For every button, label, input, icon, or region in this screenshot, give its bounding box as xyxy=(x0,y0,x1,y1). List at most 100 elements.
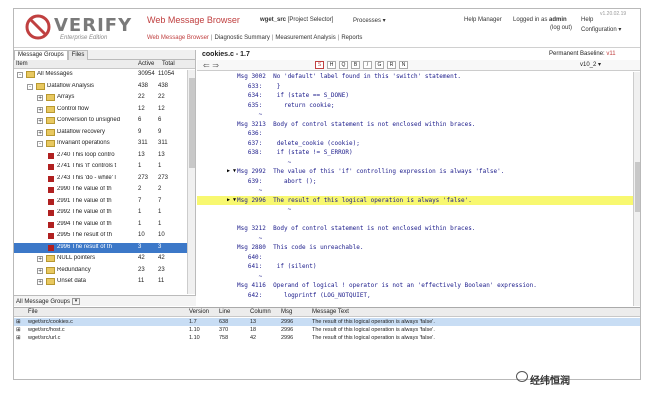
message-row[interactable]: ⊞ wget/src/host.c 1.10 370 18 2996 The result … xyxy=(14,326,640,334)
help-manager-link[interactable]: Help Manager xyxy=(464,17,502,23)
code-line[interactable]: ~ xyxy=(197,158,633,167)
version-select[interactable]: v10_2 ▾ xyxy=(580,61,601,68)
column-active[interactable]: Active xyxy=(138,61,154,67)
col-column[interactable]: Column xyxy=(250,309,271,315)
tree-row[interactable]: + Arrays 22 22 xyxy=(14,93,188,103)
diagnostic-line[interactable]: Msg 2880 This code is unreachable. xyxy=(197,243,633,252)
diagnostic-line[interactable]: Msg 3212 Body of control statement is no… xyxy=(197,224,633,233)
code-scrollbar[interactable] xyxy=(633,72,640,306)
message-row[interactable]: ⊞ wget/src/url.c 1.10 758 42 2996 The result o… xyxy=(14,334,640,342)
diagnostic-line[interactable]: Msg 4116 Operand of logical ! operator i… xyxy=(197,281,633,290)
code-line[interactable]: 637: delete_cookie (cookie); xyxy=(197,139,633,148)
col-line[interactable]: Line xyxy=(219,309,230,315)
toolbar-button[interactable]: R xyxy=(387,61,396,69)
expand-icon[interactable]: ⊞ xyxy=(16,327,21,333)
tree-row[interactable]: 2996 The result of th 3 3 xyxy=(14,242,188,253)
toolbar-button[interactable]: B xyxy=(351,61,360,69)
code-line[interactable]: 640: xyxy=(197,253,633,262)
expand-icon[interactable]: + xyxy=(37,118,43,124)
baseline-value[interactable]: v11 xyxy=(606,51,615,57)
help-link[interactable]: Help xyxy=(581,17,593,23)
toolbar-button[interactable]: G xyxy=(375,61,384,69)
chevron-down-icon[interactable]: ▾ xyxy=(72,298,81,305)
diagnostic-line[interactable]: ▶ ▼ Msg 2992 The value of this 'if' contr… xyxy=(197,167,633,176)
expand-icon[interactable]: ⊞ xyxy=(16,335,21,341)
tab-message-groups[interactable]: Message Groups xyxy=(14,50,68,60)
expand-icon[interactable]: + xyxy=(37,267,43,274)
collapse-icon[interactable]: - xyxy=(37,141,43,147)
expand-icon[interactable]: + xyxy=(37,256,43,262)
tree-row[interactable]: 2995 The result of th 10 10 xyxy=(14,231,188,241)
tree-row[interactable]: - Dataflow Analysis 438 438 xyxy=(14,82,188,92)
expand-icon[interactable]: + xyxy=(37,279,43,285)
col-msg[interactable]: Msg xyxy=(281,309,292,315)
code-line[interactable]: ~ xyxy=(197,186,633,195)
col-file[interactable]: File xyxy=(28,309,38,315)
expand-icon[interactable]: + xyxy=(37,95,43,101)
nav-arrows-icon[interactable]: ⇐ ⇒ xyxy=(203,61,219,70)
tree-row[interactable]: 2990 The value of th 2 2 xyxy=(14,185,188,195)
line-marker-icon[interactable]: ▶ ▼ xyxy=(227,168,236,174)
tree-row[interactable]: 2743 This 'do - while' l 273 273 xyxy=(14,174,188,184)
tree-row[interactable]: - All Messages 30954 11054 xyxy=(14,70,188,80)
project-selector[interactable]: wget_src [Project Selector] xyxy=(260,17,333,23)
collapse-icon[interactable]: - xyxy=(17,72,23,78)
code-line[interactable]: 633: } xyxy=(197,82,633,91)
line-marker-icon[interactable]: ▶ ▼ xyxy=(227,197,236,203)
code-line[interactable]: ~ xyxy=(197,272,633,281)
col-version[interactable]: Version xyxy=(189,309,209,315)
tree-row[interactable]: - Invariant operations 311 311 xyxy=(14,139,188,149)
expand-icon[interactable]: + xyxy=(37,106,43,113)
toolbar-button[interactable]: / xyxy=(363,61,372,69)
col-message-text[interactable]: Message Text xyxy=(312,309,349,315)
tree-row[interactable]: 2740 This loop contro 13 13 xyxy=(14,151,188,161)
group-filter[interactable]: All Message Groups ▾ xyxy=(14,295,196,306)
tree-row[interactable]: + Unset data 11 11 xyxy=(14,277,188,287)
nav-reports[interactable]: Reports xyxy=(341,35,362,41)
configuration-menu[interactable]: Configuration ▾ xyxy=(581,26,621,33)
tree-row[interactable]: + Conversion to unsigned 6 6 xyxy=(14,116,188,126)
code-line[interactable]: 636: xyxy=(197,129,633,138)
nav-measurement-analysis[interactable]: Measurement Analysis xyxy=(275,35,335,41)
code-line[interactable]: 634: if (state == S_DONE) xyxy=(197,91,633,100)
tree-row[interactable]: 2994 The value of th 1 1 xyxy=(14,220,188,230)
tree-row[interactable]: + Redundancy 23 23 xyxy=(14,266,188,276)
diagnostic-line[interactable]: Msg 3002 No 'default' label found in thi… xyxy=(197,72,633,81)
tree-row[interactable]: 2992 The value of th 1 1 xyxy=(14,208,188,218)
code-line[interactable]: ~ xyxy=(197,110,633,119)
column-total[interactable]: Total xyxy=(162,61,175,67)
code-line[interactable]: 635: return cookie; xyxy=(197,101,633,110)
logout-link[interactable]: (log out) xyxy=(550,25,572,31)
code-line[interactable]: 642: logprintf (LOG_NOTQUIET, xyxy=(197,291,633,300)
tree-row[interactable]: 2741 This 'if' controls t 1 1 xyxy=(14,162,188,172)
column-item[interactable]: Item xyxy=(16,61,28,67)
toolbar-button[interactable]: Q xyxy=(339,61,348,69)
nav-web-message-browser[interactable]: Web Message Browser xyxy=(147,35,209,41)
diagnostic-line[interactable]: Msg 3213 Body of control statement is no… xyxy=(197,120,633,129)
tree-row[interactable]: + Dataflow recovery 9 9 xyxy=(14,128,188,138)
message-row[interactable]: ⊞ wget/src/cookies.c 1.7 638 13 2996 The resul… xyxy=(14,318,640,326)
code-scroll-thumb[interactable] xyxy=(635,162,640,212)
code-line[interactable]: 638: if (state != S_ERROR) xyxy=(197,148,633,157)
toolbar-button[interactable]: N xyxy=(399,61,408,69)
tree-row[interactable]: + NULL pointers 42 42 xyxy=(14,254,188,264)
toolbar-button[interactable]: S xyxy=(315,61,324,69)
expand-icon[interactable]: ⊞ xyxy=(16,319,21,325)
tree-row[interactable]: + Control flow 12 12 xyxy=(14,105,188,115)
code-line[interactable]: ~ xyxy=(197,205,633,214)
code-line[interactable]: 641: if (silent) xyxy=(197,262,633,271)
code-line[interactable]: ~ xyxy=(197,234,633,243)
project-selector-link[interactable]: [Project Selector] xyxy=(288,17,334,23)
expand-icon[interactable]: + xyxy=(37,129,43,136)
code-line[interactable] xyxy=(197,215,633,224)
processes-menu[interactable]: Processes ▾ xyxy=(353,17,386,24)
code-line[interactable]: 639: abort (); xyxy=(197,177,633,186)
tree-row[interactable]: 2991 The value of th 7 7 xyxy=(14,197,188,207)
diagnostic-line[interactable]: ▶ ▼ Msg 2996 The result of this logical o… xyxy=(197,195,633,205)
toolbar-button[interactable]: H xyxy=(327,61,336,69)
collapse-icon[interactable]: - xyxy=(27,83,33,90)
nav-diagnostic-summary[interactable]: Diagnostic Summary xyxy=(214,35,269,41)
tree-scrollbar[interactable] xyxy=(187,70,195,294)
tab-files[interactable]: Files xyxy=(67,50,89,60)
tree-scroll-thumb[interactable] xyxy=(189,78,195,168)
